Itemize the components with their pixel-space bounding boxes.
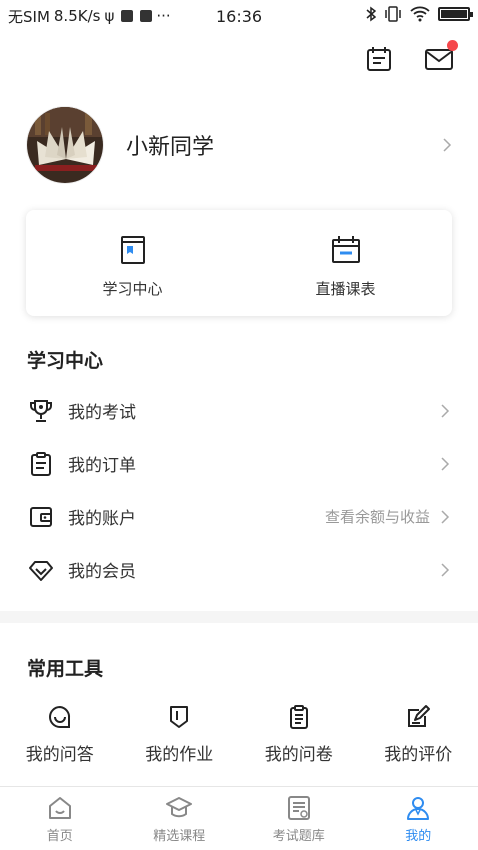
study-center-entry[interactable]: 学习中心 bbox=[26, 210, 239, 316]
messages-button[interactable] bbox=[424, 40, 458, 74]
live-schedule-entry[interactable]: 直播课表 bbox=[239, 210, 452, 316]
calendar-button[interactable] bbox=[364, 44, 394, 74]
shield-bookmark-icon bbox=[170, 706, 189, 728]
tab-mine[interactable]: 我的 bbox=[359, 787, 478, 850]
list-item-orders[interactable]: 我的订单 bbox=[0, 437, 478, 490]
list-item-membership[interactable]: 我的会员 bbox=[0, 543, 478, 596]
list-item-label: 我的订单 bbox=[68, 456, 136, 476]
card-item-label: 直播课表 bbox=[315, 280, 376, 298]
study-section-title: 学习中心 bbox=[27, 350, 104, 372]
tool-my-review[interactable]: 我的评价 bbox=[359, 704, 478, 765]
list-item-exam[interactable]: 我的考试 bbox=[0, 384, 478, 437]
calendar-icon bbox=[331, 236, 360, 263]
edit-icon bbox=[408, 705, 431, 727]
avatar[interactable] bbox=[26, 106, 104, 184]
tool-label: 我的评价 bbox=[384, 745, 453, 765]
chevron-right-icon bbox=[441, 403, 450, 418]
chevron-right-icon bbox=[441, 509, 450, 524]
clipboard-list-icon bbox=[289, 705, 308, 729]
wifi-icon bbox=[410, 6, 430, 22]
top-actions bbox=[364, 40, 458, 74]
clock: 16:36 bbox=[216, 6, 263, 26]
tab-label: 我的 bbox=[405, 829, 432, 844]
home-icon bbox=[48, 797, 71, 819]
tools-grid: 我的问答 我的作业 我的问卷 我的评价 bbox=[0, 704, 478, 765]
bluetooth-icon bbox=[366, 6, 376, 22]
notification-icon bbox=[121, 10, 134, 22]
battery-icon bbox=[438, 7, 473, 21]
mail-notification-icon bbox=[140, 10, 153, 22]
diamond-icon bbox=[29, 560, 53, 581]
chevron-right-icon bbox=[441, 456, 450, 471]
profile-row[interactable]: 小新同学 bbox=[26, 106, 454, 184]
more-notifications: ··· bbox=[156, 7, 171, 25]
balance-hint: 查看余额与收益 bbox=[324, 508, 430, 526]
study-list: 我的考试 我的订单 我的账户 查看余额与收益 我的会员 bbox=[0, 384, 478, 596]
carrier-text: 无SIM bbox=[8, 7, 50, 26]
list-item-account[interactable]: 我的账户 查看余额与收益 bbox=[0, 490, 478, 543]
clipboard-icon bbox=[31, 451, 51, 476]
tab-label: 首页 bbox=[46, 829, 73, 844]
trophy-icon bbox=[30, 399, 52, 422]
tool-my-homework[interactable]: 我的作业 bbox=[120, 704, 240, 765]
bookmark-book-icon bbox=[120, 236, 145, 264]
graduation-cap-icon bbox=[166, 797, 193, 818]
tool-my-survey[interactable]: 我的问卷 bbox=[239, 704, 359, 765]
section-divider bbox=[0, 611, 478, 623]
username: 小新同学 bbox=[126, 135, 215, 160]
tool-label: 我的作业 bbox=[145, 745, 214, 765]
usb-icon: ψ bbox=[104, 7, 115, 25]
tool-my-qa[interactable]: 我的问答 bbox=[0, 704, 120, 765]
tool-label: 我的问卷 bbox=[264, 745, 333, 765]
quick-entry-card: 学习中心 直播课表 bbox=[26, 210, 452, 316]
tool-label: 我的问答 bbox=[25, 745, 94, 765]
tab-label: 考试题库 bbox=[272, 829, 325, 844]
chevron-right-icon bbox=[443, 138, 452, 152]
unread-badge bbox=[447, 40, 458, 51]
exam-doc-icon bbox=[287, 796, 310, 820]
user-icon bbox=[407, 797, 430, 820]
chat-smile-icon bbox=[48, 705, 70, 728]
card-item-label: 学习中心 bbox=[102, 280, 163, 298]
list-item-label: 我的账户 bbox=[68, 509, 136, 529]
tab-label: 精选课程 bbox=[153, 829, 206, 844]
tab-courses[interactable]: 精选课程 bbox=[120, 787, 240, 850]
vibrate-icon bbox=[385, 6, 401, 22]
bottom-tabbar: 首页 精选课程 考试题库 我的 bbox=[0, 786, 478, 850]
list-item-label: 我的会员 bbox=[68, 562, 136, 582]
tools-section-title: 常用工具 bbox=[27, 658, 104, 680]
wallet-icon bbox=[30, 506, 52, 527]
chevron-right-icon bbox=[441, 562, 450, 577]
schedule-icon bbox=[367, 47, 391, 71]
network-speed: 8.5K/s bbox=[53, 7, 101, 25]
tab-home[interactable]: 首页 bbox=[0, 787, 120, 850]
status-bar: 无SIM 8.5K/s ψ ··· 16:36 bbox=[0, 0, 478, 32]
tab-exam-bank[interactable]: 考试题库 bbox=[239, 787, 359, 850]
list-item-label: 我的考试 bbox=[68, 403, 136, 423]
